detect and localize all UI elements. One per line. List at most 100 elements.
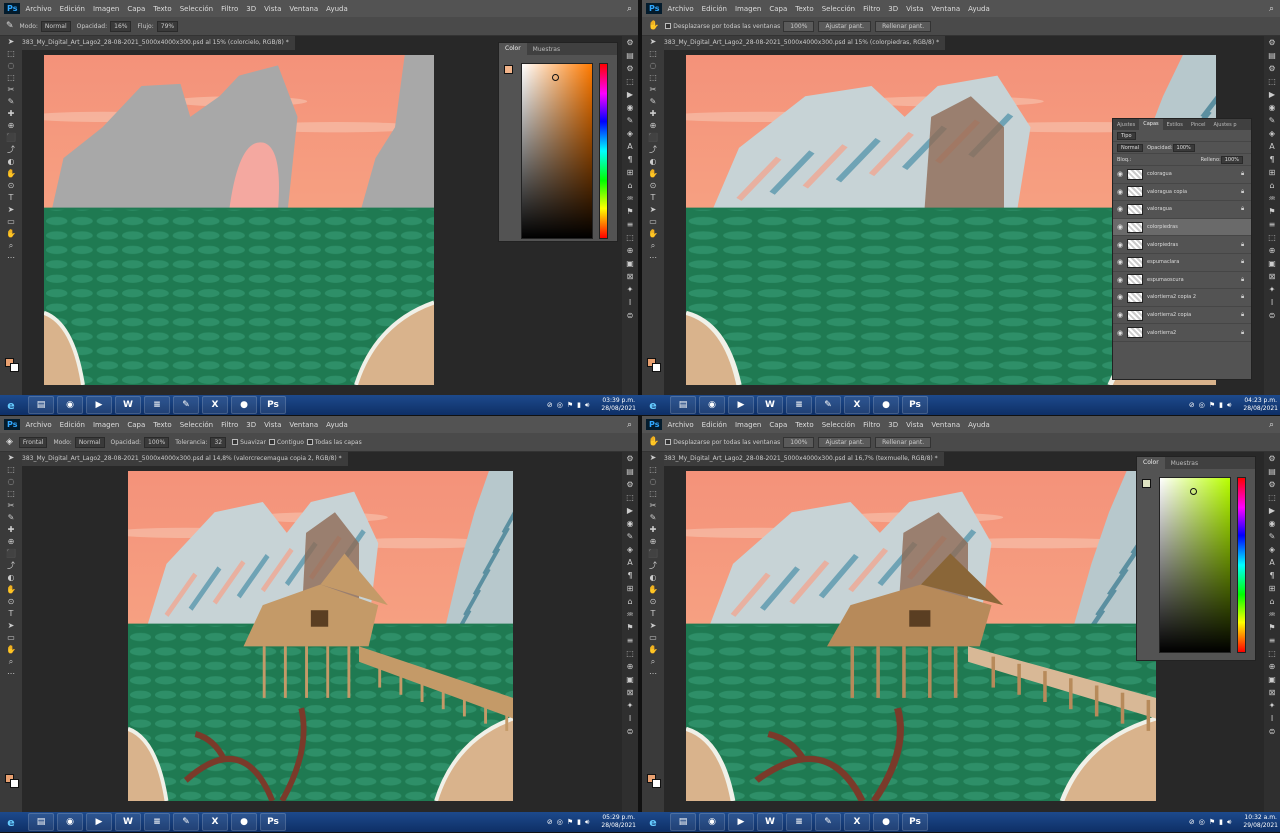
word-icon[interactable]: W [757, 396, 783, 414]
menu-item[interactable]: Archivo [667, 5, 693, 13]
tray-icon[interactable]: ⊘ [1189, 818, 1195, 826]
tool-icon[interactable]: ⊕ [8, 120, 15, 132]
opacity-field[interactable]: 16% [110, 20, 132, 32]
tool-icon[interactable]: ⤴ [649, 560, 657, 572]
panel-icon[interactable]: ¶ [1269, 569, 1274, 582]
menu-item[interactable]: Edición [60, 421, 85, 429]
tool-icon[interactable]: ◌ [650, 476, 657, 488]
start-button-icon[interactable]: e [0, 812, 22, 832]
photoshop-icon[interactable]: Ps [260, 396, 286, 414]
hue-slider[interactable] [1237, 477, 1246, 653]
eye-icon[interactable]: ◉ [1117, 241, 1127, 249]
menu-item[interactable]: Filtro [221, 5, 238, 13]
tool-icon[interactable]: ⬚ [7, 464, 15, 476]
panel-icon[interactable]: ♒ [626, 192, 633, 205]
panel-icon[interactable]: ⌂ [1269, 595, 1274, 608]
tray-icon[interactable]: ◎ [1199, 401, 1205, 409]
background-color-swatch[interactable] [652, 779, 661, 788]
notes-icon[interactable]: ✎ [173, 813, 199, 831]
tool-icon[interactable]: ◌ [8, 476, 15, 488]
tray-icon[interactable]: ▮ [1219, 818, 1223, 826]
menu-item[interactable]: Ayuda [326, 421, 348, 429]
panel-icon[interactable]: ▣ [626, 257, 634, 270]
tray-icon[interactable]: ⚑ [1209, 401, 1215, 409]
fit-screen-button[interactable]: Ajustar pant. [818, 20, 872, 32]
panel-icon[interactable]: ⊕ [627, 244, 634, 257]
document-canvas[interactable] [44, 55, 434, 385]
word-icon[interactable]: W [115, 396, 141, 414]
panel-icon[interactable]: ⬚ [626, 647, 634, 660]
panel-icon[interactable]: ≡ [627, 218, 634, 231]
menu-item[interactable]: Edición [702, 421, 727, 429]
media-icon[interactable]: ▶ [86, 813, 112, 831]
tool-icon[interactable]: T [651, 608, 656, 620]
excel-icon[interactable]: X [844, 813, 870, 831]
media-icon[interactable]: ▶ [728, 813, 754, 831]
firefox-icon[interactable]: ● [231, 813, 257, 831]
panel-fg-swatch[interactable] [1142, 479, 1151, 488]
eye-icon[interactable]: ◉ [1117, 293, 1127, 301]
tool-icon[interactable]: ◐ [8, 156, 15, 168]
eye-icon[interactable]: ◉ [1117, 188, 1127, 196]
panel-icon[interactable]: ✦ [1269, 283, 1276, 296]
tool-icon[interactable]: ◐ [650, 156, 657, 168]
search-icon[interactable]: ⌕ [1269, 4, 1274, 14]
tab-pincel[interactable]: Pincel [1187, 122, 1210, 128]
checkbox[interactable] [232, 439, 239, 445]
notes-icon[interactable]: ✎ [815, 396, 841, 414]
tool-icon[interactable]: ⊙ [650, 596, 657, 608]
document-tab[interactable]: 383_My_Digital_Art_Lago2_28-08-2021_5000… [16, 452, 348, 466]
document-tab[interactable]: 383_My_Digital_Art_Lago2_28-08-2021_5000… [16, 36, 295, 50]
explorer-icon[interactable]: ▤ [670, 396, 696, 414]
panel-icon[interactable]: ⊞ [1269, 582, 1276, 595]
tool-icon[interactable]: ⌕ [9, 240, 13, 252]
tool-icon[interactable]: ▭ [7, 632, 15, 644]
panel-icon[interactable]: ⊞ [627, 166, 634, 179]
panel-icon[interactable]: Ⅰ [1271, 712, 1273, 725]
menu-item[interactable]: Capa [127, 421, 145, 429]
tool-icon[interactable]: ➤ [650, 36, 657, 48]
fit-screen-button[interactable]: Ajustar pant. [818, 436, 872, 448]
tool-icon[interactable]: ◌ [8, 60, 15, 72]
color-picker-marker[interactable] [552, 74, 559, 81]
tool-icon[interactable]: ◌ [650, 60, 657, 72]
tool-icon[interactable]: ⬚ [649, 488, 657, 500]
eye-icon[interactable]: ◉ [1117, 170, 1127, 178]
tool-icon[interactable]: ✋ [648, 644, 658, 656]
panel-icon[interactable]: ⬚ [626, 75, 634, 88]
tool-icon[interactable]: ⬚ [7, 72, 15, 84]
panel-icon[interactable]: ▤ [1268, 49, 1276, 62]
checkbox[interactable] [268, 439, 275, 445]
panel-icon[interactable]: Ⅰ [1271, 296, 1273, 309]
photoshop-icon[interactable]: Ps [260, 813, 286, 831]
eye-icon[interactable]: ◉ [1117, 276, 1127, 284]
chrome-icon[interactable]: ◉ [699, 813, 725, 831]
menu-item[interactable]: Vista [906, 421, 923, 429]
panel-icon[interactable]: ◉ [1269, 517, 1276, 530]
search-icon[interactable]: ⌕ [627, 4, 632, 14]
layer-row[interactable]: ◉ valorpiedras 🔒︎ [1113, 236, 1251, 254]
menu-item[interactable]: Vista [906, 5, 923, 13]
flow-field[interactable]: 79% [156, 20, 179, 32]
menu-item[interactable]: Filtro [863, 5, 880, 13]
fill-source-select[interactable]: Frontal [18, 436, 48, 448]
tray-icon[interactable]: ⚑ [567, 401, 573, 409]
panel-icon[interactable]: ▣ [626, 673, 634, 686]
hand-icon[interactable]: ✋ [648, 21, 659, 31]
color-picker-marker[interactable] [1190, 488, 1197, 495]
eye-icon[interactable]: ◉ [1117, 311, 1127, 319]
panel-icon[interactable]: ♒ [1268, 608, 1275, 621]
menu-item[interactable]: Selección [822, 5, 855, 13]
tool-icon[interactable]: ✎ [650, 96, 657, 108]
tool-icon[interactable]: ✋ [6, 644, 16, 656]
word-icon[interactable]: W [115, 813, 141, 831]
panel-icon[interactable]: ⚙ [1268, 478, 1275, 491]
tool-icon[interactable]: T [651, 192, 656, 204]
paint-bucket-icon[interactable]: ◈ [6, 437, 13, 447]
menu-item[interactable]: Capa [127, 5, 145, 13]
brush-icon[interactable]: ✎ [6, 21, 14, 31]
panel-icon[interactable]: ✎ [1269, 114, 1276, 127]
tray-icon[interactable]: ⊘ [1189, 401, 1195, 409]
tool-icon[interactable]: ✋ [6, 168, 16, 180]
tool-icon[interactable]: ➤ [650, 620, 657, 632]
